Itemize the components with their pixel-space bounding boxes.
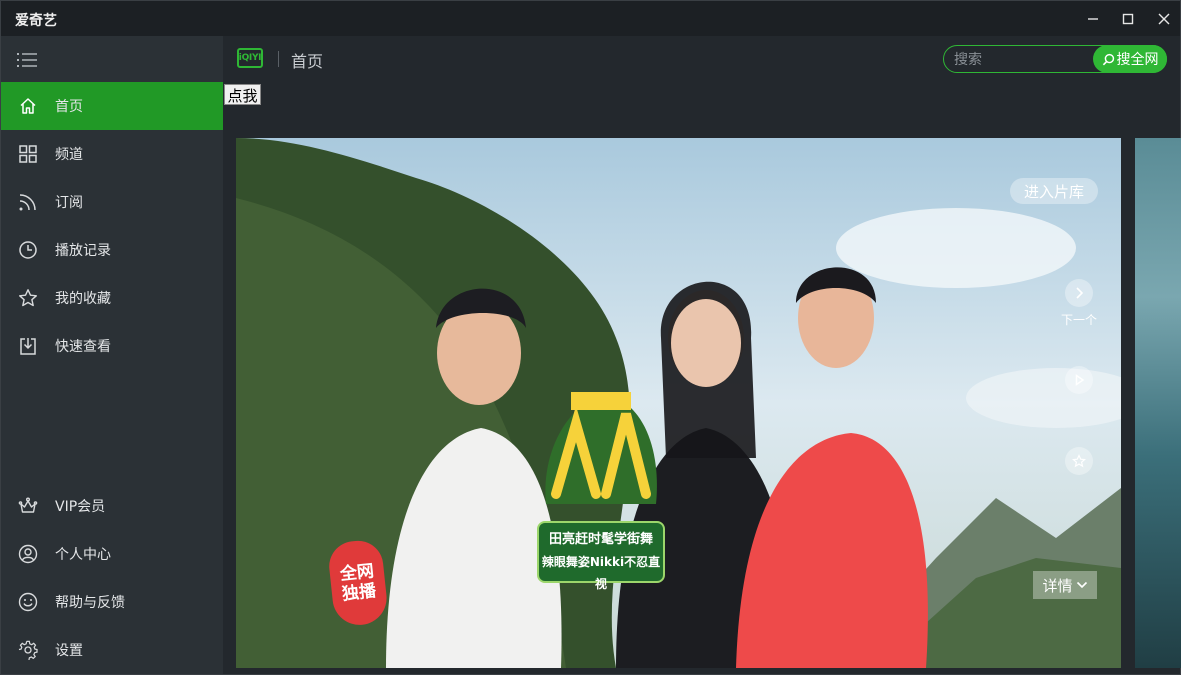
sidebar-item-label: 首页 [55,99,83,115]
sidebar-item-label: 频道 [55,147,83,163]
search-input[interactable] [954,50,1084,70]
enter-library-button[interactable]: 进入片库 [1010,178,1098,204]
next-slide-button[interactable]: 下一个 [1061,279,1097,328]
sidebar-item-label: 快速查看 [55,339,111,355]
sidebar-item-settings[interactable]: 设置 [1,626,223,674]
badge-line-2: 独播 [341,581,377,605]
search-all-label: 搜全网 [1116,52,1159,68]
sidebar: 首页 频道 订阅 播放记录 我的收藏 快速查看 VIP会员 个人中心 帮助与反馈… [1,36,223,674]
caption-line-1: 田亮赶时髦学街舞 [548,532,653,547]
home-icon [1,82,55,130]
sidebar-item-help[interactable]: 帮助与反馈 [1,578,223,626]
favorite-button[interactable] [1061,447,1097,475]
iqiyi-logo[interactable]: iQIYI [237,48,263,68]
chevron-right-icon [1065,279,1093,307]
maximize-button[interactable] [1116,7,1140,31]
top-header: iQIYI 首页 搜全网 [223,36,1180,82]
clock-icon [1,226,55,274]
app-title: 爱奇艺 [15,13,57,29]
play-icon [1065,366,1093,394]
sidebar-item-label: 个人中心 [55,547,111,563]
smile-icon [1,578,55,626]
sidebar-item-label: 播放记录 [55,243,111,259]
menu-toggle-button[interactable] [17,50,39,70]
sidebar-item-history[interactable]: 播放记录 [1,226,223,274]
grid-icon [1,130,55,178]
chevron-down-icon [1076,581,1087,589]
click-me-button[interactable]: 点我 [224,84,261,105]
sidebar-item-label: 帮助与反馈 [55,595,125,611]
star-icon [1,274,55,322]
page-title: 首页 [291,52,324,71]
sidebar-item-channels[interactable]: 频道 [1,130,223,178]
gear-icon [1,626,55,674]
minimize-button[interactable] [1081,7,1105,31]
search-box: 搜全网 [943,45,1167,73]
close-icon [1158,13,1170,25]
sidebar-item-label: 设置 [55,643,83,659]
details-label: 详情 [1042,576,1073,595]
header-divider [278,51,279,67]
sidebar-item-label: 订阅 [55,195,83,211]
app-window: 爱奇艺 首页 频道 订阅 播放记录 我的收藏 快速查看 VIP会员 个人中心 帮… [0,0,1181,675]
next-label: 下一个 [1061,313,1098,327]
list-icon [17,53,37,67]
details-button[interactable]: 详情 [1033,571,1097,599]
rss-icon [1,178,55,226]
next-banner-preview[interactable] [1135,138,1181,668]
title-bar: 爱奇艺 [1,1,1180,36]
sidebar-item-profile[interactable]: 个人中心 [1,530,223,578]
star-icon [1065,447,1093,475]
caption-line-2: 辣眼舞姿Nikki不忍直视 [541,555,661,591]
sidebar-item-home[interactable]: 首页 [1,82,223,130]
play-button[interactable] [1061,366,1097,394]
maximize-icon [1122,13,1134,25]
minimize-icon [1088,18,1098,20]
crown-icon [1,482,55,530]
show-caption: 田亮赶时髦学街舞 辣眼舞姿Nikki不忍直视 [537,521,665,591]
sidebar-item-vip[interactable]: VIP会员 [1,482,223,530]
download-icon [1,322,55,370]
sidebar-item-label: VIP会员 [55,499,106,515]
user-icon [1,530,55,578]
sidebar-item-subscriptions[interactable]: 订阅 [1,178,223,226]
close-button[interactable] [1152,7,1176,31]
hero-banner[interactable]: 全网 独播 田亮赶时髦学街舞 辣眼舞姿Nikki不忍直视 [236,138,1121,668]
sidebar-item-favorites[interactable]: 我的收藏 [1,274,223,322]
search-icon [1102,53,1114,65]
sidebar-item-quickview[interactable]: 快速查看 [1,322,223,370]
sidebar-item-label: 我的收藏 [55,291,111,307]
show-logo-art [545,392,657,504]
search-all-button[interactable]: 搜全网 [1093,45,1167,73]
